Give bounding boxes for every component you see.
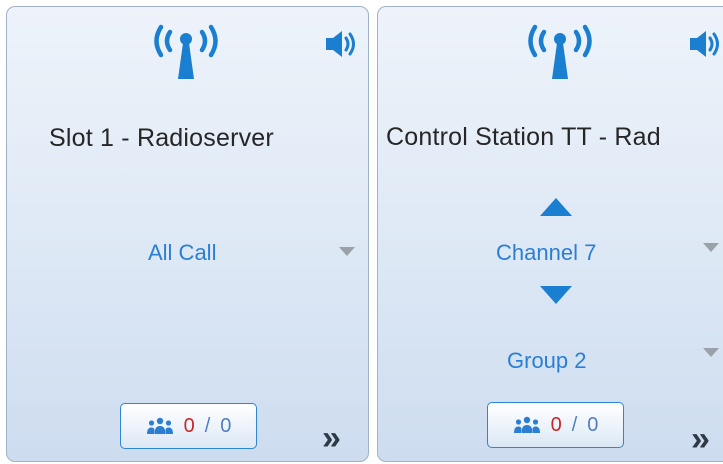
active-count: 0 [550, 413, 562, 436]
channel-down-icon[interactable] [540, 286, 572, 304]
channel-selector[interactable]: Channel 7 [496, 240, 596, 266]
expand-button[interactable]: » [691, 422, 710, 456]
subscriber-counter[interactable]: 0 / 0 [120, 403, 257, 449]
antenna-icon [528, 24, 592, 79]
users-icon [146, 417, 173, 434]
radio-name: Slot 1 - Radioserver [49, 124, 274, 152]
speaker-icon[interactable] [688, 29, 722, 59]
radio-name: Control Station TT - Rad [386, 123, 661, 151]
users-icon [513, 416, 540, 433]
subscriber-counter[interactable]: 0 / 0 [487, 402, 624, 448]
channel-up-icon[interactable] [540, 198, 572, 216]
radio-card-slot-1[interactable]: Slot 1 - Radioserver All Call 0 / 0 » [6, 6, 369, 462]
speaker-icon[interactable] [324, 29, 358, 59]
total-count: 0 [220, 414, 232, 437]
counter-separator: / [204, 414, 211, 437]
dropdown-arrow-icon[interactable] [339, 247, 355, 256]
talkgroup-selector[interactable]: Group 2 [507, 348, 587, 374]
counter-separator: / [571, 413, 578, 436]
radio-card-control-station[interactable]: Control Station TT - Rad Channel 7 Group… [377, 6, 723, 462]
active-count: 0 [183, 414, 195, 437]
antenna-icon [154, 24, 218, 79]
total-count: 0 [587, 413, 599, 436]
expand-button[interactable]: » [322, 421, 341, 455]
talkgroup-selector[interactable]: All Call [148, 240, 216, 266]
radio-dashboard: Slot 1 - Radioserver All Call 0 / 0 » Co… [0, 0, 723, 464]
dropdown-arrow-icon[interactable] [703, 243, 719, 252]
dropdown-arrow-icon[interactable] [703, 348, 719, 357]
